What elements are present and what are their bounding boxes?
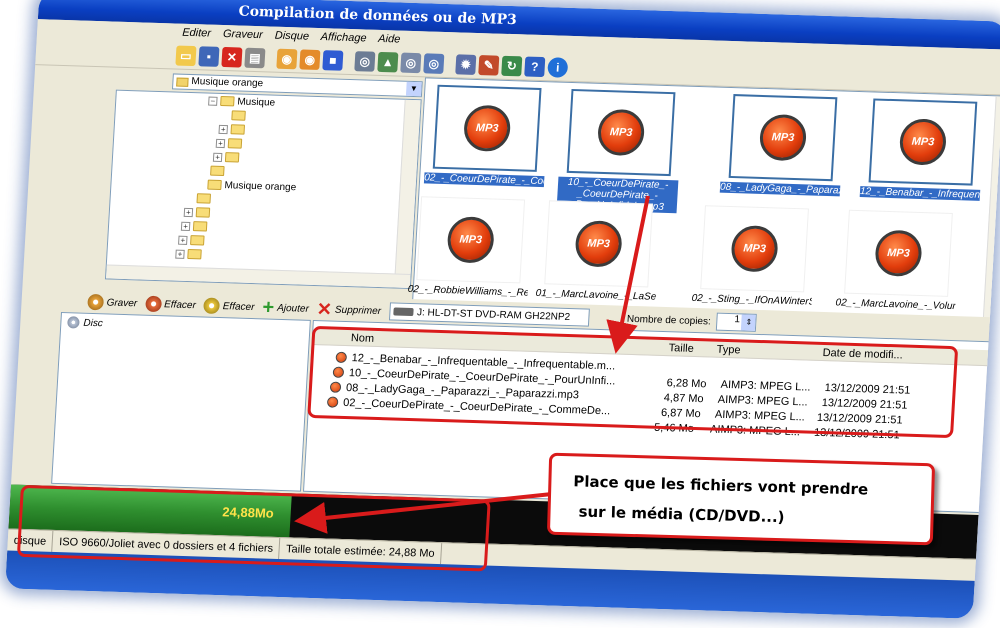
- annotation-callout: Place que les fichiers vont prendre sur …: [546, 452, 936, 546]
- arrow-to-size-bar: [294, 492, 553, 534]
- arrow-to-file-list: [606, 195, 650, 354]
